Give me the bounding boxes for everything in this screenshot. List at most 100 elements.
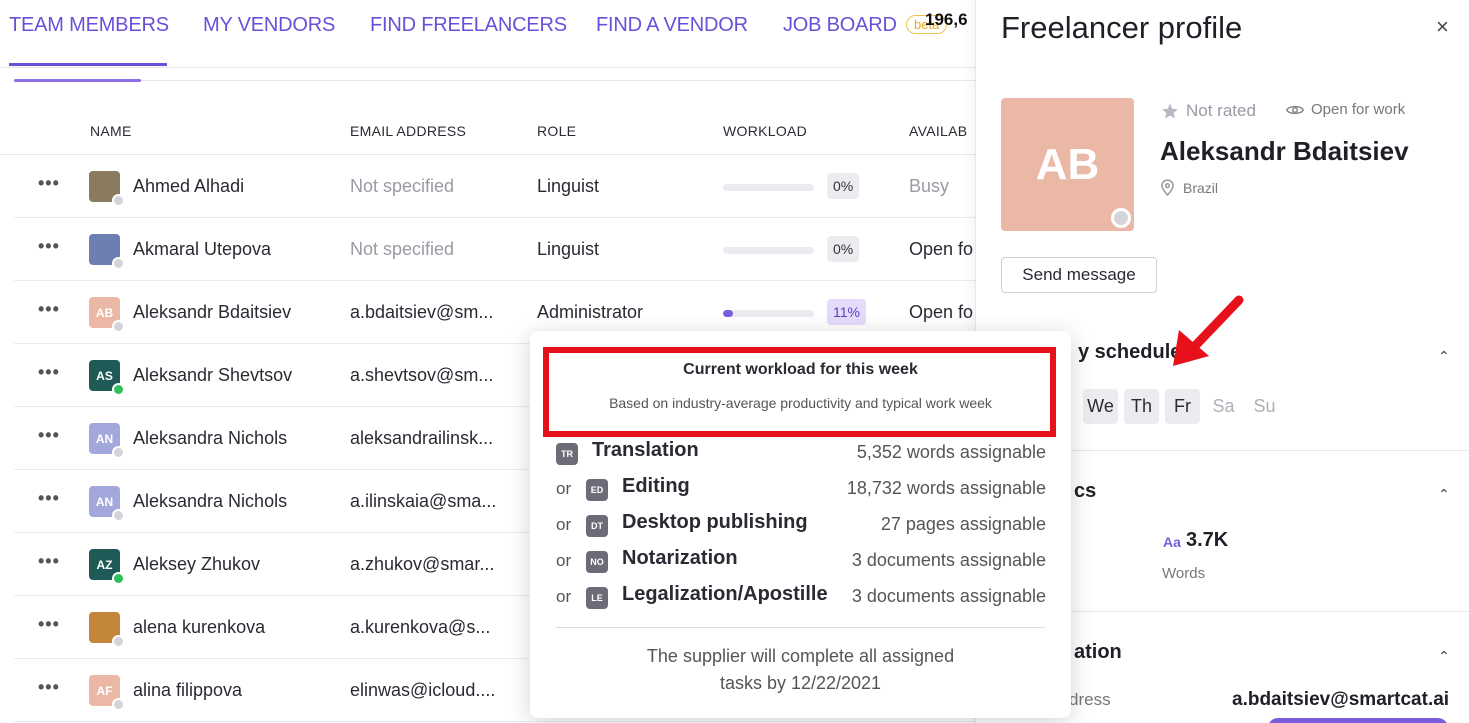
status-dot — [112, 698, 125, 711]
location-pin-icon — [1161, 179, 1174, 196]
member-email: Not specified — [350, 176, 455, 196]
status-dot — [112, 509, 125, 522]
send-message-button[interactable]: Send message — [1001, 257, 1157, 293]
chevron-up-icon[interactable]: ⌃ — [1438, 486, 1450, 503]
service-name: Desktop publishing — [622, 511, 808, 533]
row-menu-icon[interactable]: ••• — [38, 425, 60, 446]
column-header-name[interactable]: NAME — [90, 123, 132, 139]
service-code-icon: ED — [586, 479, 608, 501]
service-name: Editing — [622, 475, 690, 497]
column-header-role[interactable]: ROLE — [537, 123, 576, 139]
member-email: a.shevtsov@sm... — [350, 365, 494, 385]
member-availability: Open fo — [909, 302, 974, 322]
member-name[interactable]: alina filippova — [133, 680, 242, 701]
service-capacity: 18,732 words assignable — [846, 478, 1046, 498]
member-name[interactable]: Akmaral Utepova — [133, 239, 271, 260]
location-label: Brazil — [1183, 179, 1219, 196]
member-name[interactable]: Aleksandra Nichols — [133, 491, 287, 512]
member-email: a.ilinskaia@sma... — [350, 491, 497, 511]
schedule-day: Th — [1124, 389, 1159, 424]
member-name[interactable]: Ahmed Alhadi — [133, 176, 244, 197]
close-icon[interactable]: × — [1436, 14, 1449, 40]
member-name[interactable]: Aleksandr Shevtsov — [133, 365, 292, 386]
workload-percent[interactable]: 11% — [827, 299, 866, 325]
member-email: a.bdaitsiev@sm... — [350, 302, 494, 322]
service-name: Notarization — [622, 547, 738, 569]
service-row: or ED Editing 18,732 words assignable — [556, 475, 1046, 503]
status-dot — [112, 257, 125, 270]
service-code-icon: LE — [586, 587, 608, 609]
avatar-initials: AS — [96, 368, 113, 383]
words-icon: Aa — [1163, 534, 1181, 550]
popup-footer-line1: The supplier will complete all assigned — [646, 646, 955, 666]
member-email: elinwas@icloud.... — [350, 680, 496, 700]
service-or-label: or — [556, 479, 572, 498]
panel-title: Freelancer profile — [1001, 10, 1243, 45]
email-label: dress — [1069, 690, 1111, 709]
workload-percent[interactable]: 0% — [827, 173, 860, 199]
column-header-workload[interactable]: WORKLOAD — [723, 123, 807, 139]
popup-divider — [556, 627, 1045, 628]
avatar: AZ — [89, 549, 125, 585]
profile-name: Aleksandr Bdaitsiev — [1160, 136, 1409, 166]
tab-find-a-vendor[interactable]: FIND A VENDOR — [596, 14, 748, 37]
popup-footer-line2: tasks by 12/22/2021 — [719, 673, 882, 693]
avatar: AN — [89, 423, 125, 459]
tab-my-vendors[interactable]: MY VENDORS — [203, 14, 335, 37]
stats-section-title: cs — [1074, 480, 1097, 502]
member-role: Linguist — [537, 176, 600, 196]
chevron-up-icon[interactable]: ⌃ — [1438, 648, 1450, 665]
row-menu-icon[interactable]: ••• — [38, 614, 60, 635]
chevron-up-icon[interactable]: ⌃ — [1438, 348, 1450, 365]
service-row: or LE Legalization/Apostille 3 documents as… — [556, 583, 1046, 611]
workload-bar — [723, 184, 814, 191]
tab-find-freelancers[interactable]: FIND FREELANCERS — [370, 14, 567, 37]
workload-bar — [723, 310, 814, 317]
table-row[interactable]: ••• Akmaral Utepova Not specified Linguist 0… — [14, 218, 975, 281]
column-header-email[interactable]: EMAIL ADDRESS — [350, 123, 466, 139]
tab-job-board[interactable]: JOB BOARD — [783, 14, 897, 37]
workload-percent[interactable]: 0% — [827, 236, 860, 262]
avatar-initials: AZ — [96, 557, 113, 572]
row-menu-icon[interactable]: ••• — [38, 173, 60, 194]
avatar: AS — [89, 360, 125, 396]
member-email: Not specified — [350, 239, 455, 259]
avatar: AN — [89, 486, 125, 522]
service-code-icon: NO — [586, 551, 608, 573]
primary-action-button[interactable] — [1268, 718, 1448, 723]
avatar-initials: AB — [95, 305, 114, 320]
member-name[interactable]: Aleksandr Bdaitsiev — [133, 302, 291, 323]
table-row[interactable]: ••• Ahmed Alhadi Not specified Linguist 0% Bu… — [14, 155, 975, 218]
schedule-day: We — [1083, 389, 1118, 424]
avatar-initials: AN — [95, 431, 114, 446]
service-capacity: 5,352 words assignable — [856, 442, 1046, 462]
open-for-work: Open for work — [1286, 101, 1405, 118]
row-menu-icon[interactable]: ••• — [38, 299, 60, 320]
schedule-day: Sa — [1212, 396, 1235, 416]
email-value[interactable]: a.bdaitsiev@smartcat.ai — [1232, 689, 1449, 711]
star-icon — [1162, 103, 1178, 119]
service-row: TR Translation 5,352 words assignable — [556, 439, 1046, 467]
member-name[interactable]: Aleksey Zhukov — [133, 554, 260, 575]
member-name[interactable]: alena kurenkova — [133, 617, 265, 638]
balance-count: 196,6 — [925, 10, 968, 29]
tab-team-members[interactable]: TEAM MEMBERS — [9, 14, 169, 37]
row-menu-icon[interactable]: ••• — [38, 551, 60, 572]
column-header-availability[interactable]: AVAILAB — [909, 123, 967, 139]
row-menu-icon[interactable]: ••• — [38, 488, 60, 509]
annotation-arrow — [1173, 295, 1244, 366]
words-value: 3.7K — [1186, 529, 1229, 551]
service-capacity: 27 pages assignable — [880, 514, 1046, 534]
schedule-day: Su — [1253, 396, 1276, 416]
row-menu-icon[interactable]: ••• — [38, 362, 60, 383]
member-email: a.kurenkova@s... — [350, 617, 491, 637]
avatar-initials: AF — [96, 683, 113, 698]
open-for-work-label: Open for work — [1311, 101, 1406, 118]
location: Brazil — [1161, 179, 1218, 196]
row-menu-icon[interactable]: ••• — [38, 236, 60, 257]
avatar: AB — [1001, 98, 1134, 231]
service-name: Translation — [592, 439, 699, 461]
member-name[interactable]: Aleksandra Nichols — [133, 428, 287, 449]
row-menu-icon[interactable]: ••• — [38, 677, 60, 698]
active-tab-indicator — [9, 63, 167, 66]
